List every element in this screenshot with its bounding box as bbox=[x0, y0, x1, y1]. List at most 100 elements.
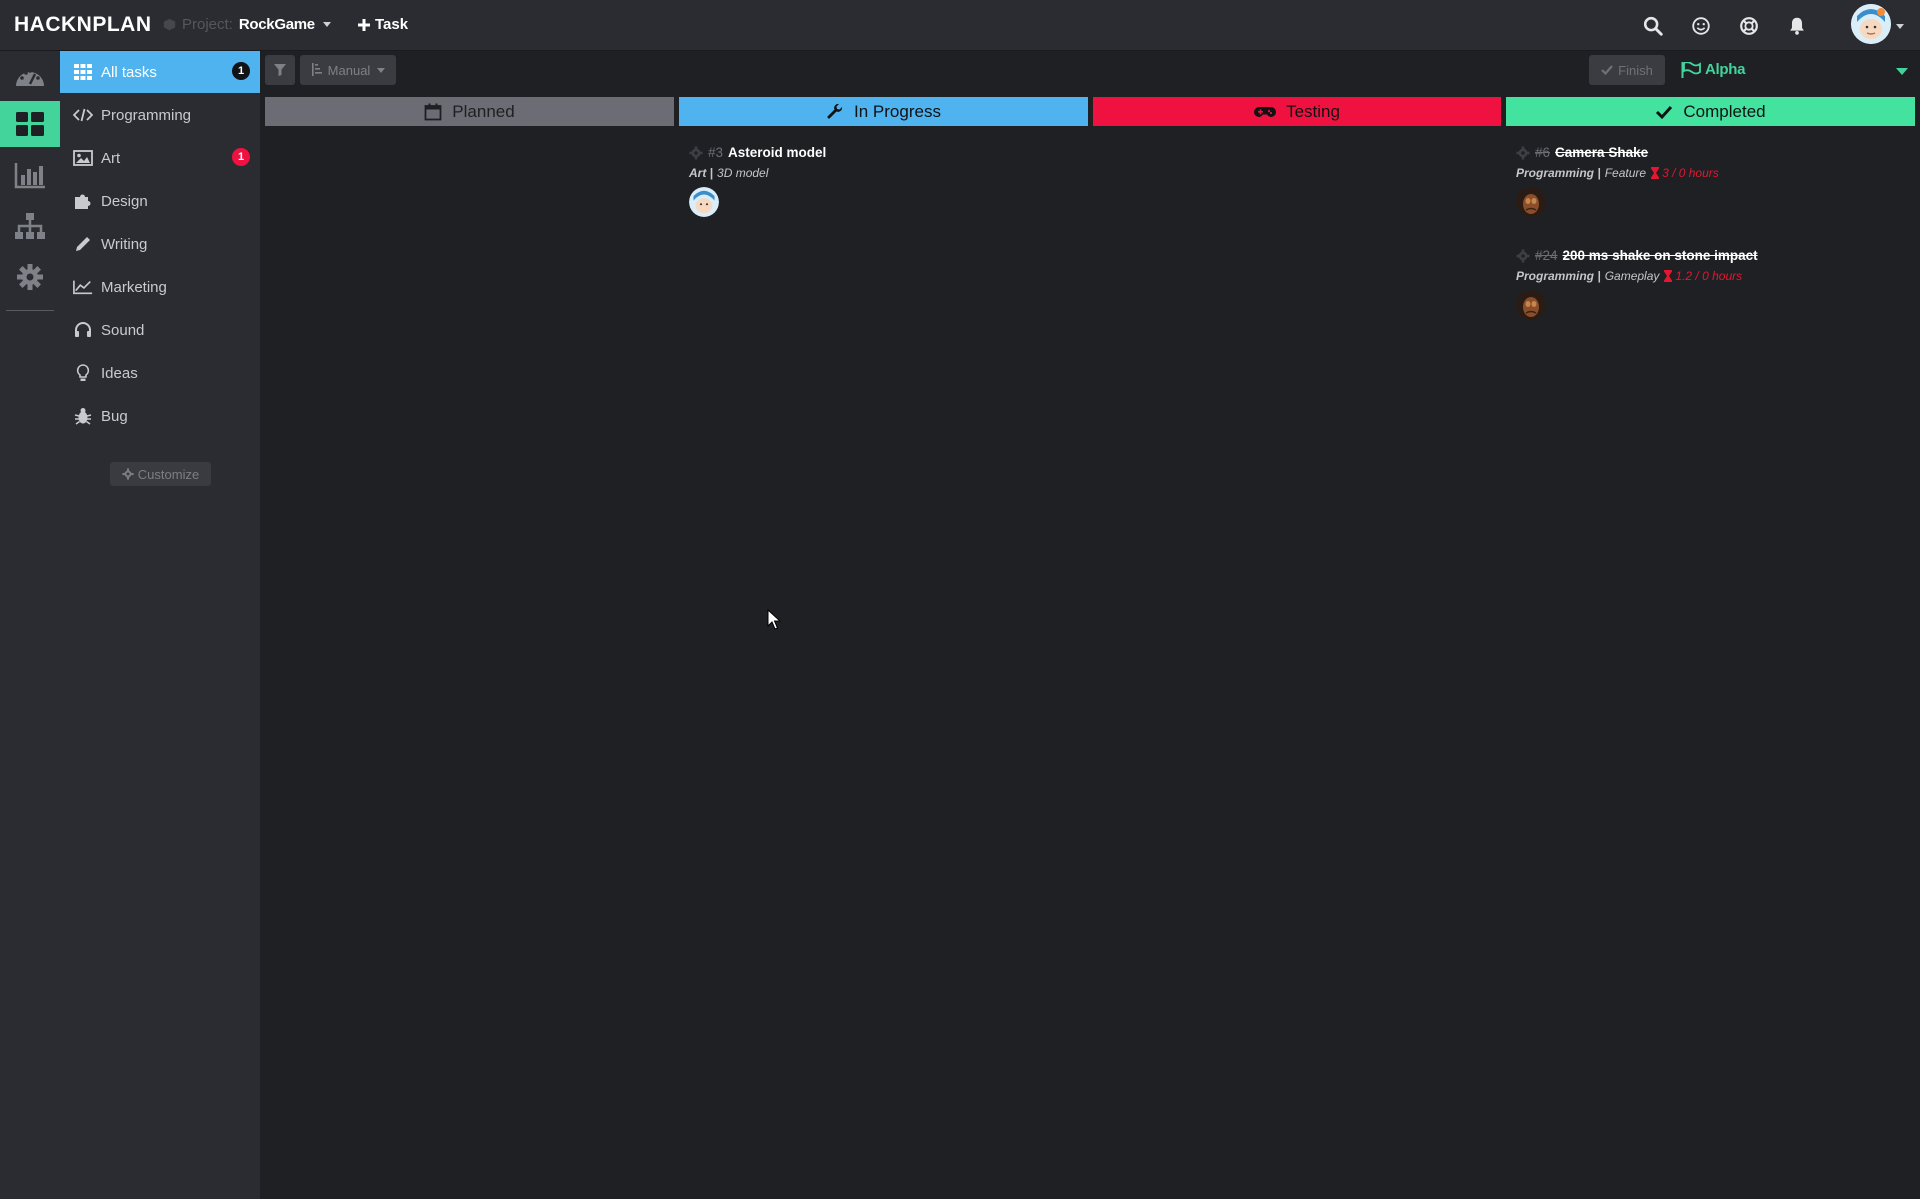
gear-icon[interactable] bbox=[1516, 249, 1530, 263]
project-selector[interactable]: Project: RockGame bbox=[163, 16, 331, 33]
assignee-avatar[interactable] bbox=[689, 187, 719, 217]
milestone-selector[interactable]: Alpha bbox=[1681, 61, 1745, 78]
task-card-stone-impact[interactable]: #24 200 ms shake on stone impact Program… bbox=[1516, 248, 1916, 320]
check-icon bbox=[1601, 65, 1613, 75]
card-meta: Programming | Gameplay 1.2 / 0 hours bbox=[1516, 269, 1916, 283]
gear-icon bbox=[17, 264, 43, 290]
sidebar-item-label: Art bbox=[101, 149, 121, 167]
plus-icon bbox=[358, 18, 370, 31]
user-avatar[interactable] bbox=[1851, 4, 1891, 44]
image-icon bbox=[73, 148, 93, 168]
sidebar-item-label: Design bbox=[101, 192, 148, 210]
gear-icon[interactable] bbox=[689, 146, 703, 160]
sidebar-item-ideas[interactable]: Ideas bbox=[60, 352, 260, 394]
top-bar: HACKNPLAN Project: RockGame Task bbox=[0, 0, 1920, 51]
task-title[interactable]: Camera Shake bbox=[1555, 145, 1648, 161]
sidebar-item-design[interactable]: Design bbox=[60, 180, 260, 222]
assignee-avatar[interactable] bbox=[1516, 290, 1546, 320]
column-in-progress[interactable]: In Progress bbox=[679, 97, 1088, 126]
sort-icon bbox=[311, 63, 322, 76]
rail-hierarchy[interactable] bbox=[0, 203, 60, 249]
task-category: Art | bbox=[689, 166, 714, 180]
column-label: Planned bbox=[452, 101, 515, 121]
card-title-line: #6 Camera Shake bbox=[1516, 145, 1916, 161]
project-name: RockGame bbox=[238, 16, 315, 33]
sidebar-item-all-tasks[interactable]: All tasks 1 bbox=[60, 51, 260, 93]
puzzle-icon bbox=[73, 191, 93, 211]
task-number: #6 bbox=[1535, 145, 1551, 160]
smiley-icon[interactable] bbox=[1690, 15, 1712, 37]
user-menu-chevron-icon[interactable] bbox=[1896, 24, 1904, 29]
code-icon bbox=[73, 105, 93, 125]
sidebar-item-label: Sound bbox=[101, 321, 145, 339]
filter-button[interactable] bbox=[265, 55, 295, 85]
customize-label: Customize bbox=[137, 466, 200, 482]
sort-dropdown[interactable]: Manual bbox=[300, 55, 396, 85]
finish-label: Finish bbox=[1618, 62, 1653, 78]
rail-metrics[interactable] bbox=[0, 152, 60, 198]
finish-button[interactable]: Finish bbox=[1589, 55, 1665, 85]
task-title[interactable]: Asteroid model bbox=[728, 145, 826, 161]
task-number: #3 bbox=[708, 145, 724, 160]
sidebar-item-label: All tasks bbox=[101, 63, 157, 81]
sidebar-item-label: Programming bbox=[101, 106, 192, 124]
sidebar-item-writing[interactable]: Writing bbox=[60, 223, 260, 265]
top-icons bbox=[1642, 15, 1808, 37]
rail-settings[interactable] bbox=[0, 254, 60, 300]
sidebar-item-marketing[interactable]: Marketing bbox=[60, 266, 260, 308]
customize-button[interactable]: Customize bbox=[110, 462, 211, 486]
headphones-icon bbox=[73, 320, 93, 340]
column-planned[interactable]: Planned bbox=[265, 97, 674, 126]
column-testing[interactable]: Testing bbox=[1093, 97, 1501, 126]
card-title-line: #24 200 ms shake on stone impact bbox=[1516, 248, 1916, 264]
task-subcategory: Feature bbox=[1604, 166, 1647, 180]
hierarchy-icon bbox=[15, 213, 45, 239]
milestone-dropdown-icon[interactable] bbox=[1896, 68, 1908, 75]
grid-icon bbox=[73, 62, 93, 82]
calendar-icon bbox=[424, 103, 442, 120]
sidebar-item-label: Bug bbox=[101, 407, 128, 425]
gamepad-icon bbox=[1254, 106, 1277, 117]
filter-icon bbox=[274, 64, 286, 76]
time-estimate-value: 3 / 0 hours bbox=[1662, 166, 1719, 180]
search-icon[interactable] bbox=[1642, 15, 1664, 37]
chart-icon bbox=[14, 163, 45, 189]
bell-icon[interactable] bbox=[1786, 15, 1808, 37]
sidebar-item-art[interactable]: Art 1 bbox=[60, 137, 260, 179]
sort-label: Manual bbox=[327, 62, 371, 78]
lifebuoy-icon[interactable] bbox=[1738, 15, 1760, 37]
assignee-avatar[interactable] bbox=[1516, 187, 1546, 217]
task-subcategory: Gameplay bbox=[1604, 269, 1660, 283]
check-icon bbox=[1656, 105, 1673, 119]
rail-dashboard[interactable] bbox=[0, 54, 60, 100]
rail-board[interactable] bbox=[0, 101, 60, 147]
sidebar-item-programming[interactable]: Programming bbox=[60, 94, 260, 136]
chevron-down-icon bbox=[322, 22, 331, 27]
flag-icon bbox=[1681, 61, 1701, 78]
column-completed[interactable]: Completed bbox=[1506, 97, 1915, 126]
time-estimate-value: 1.2 / 0 hours bbox=[1675, 269, 1743, 283]
time-estimate: 1.2 / 0 hours bbox=[1663, 269, 1742, 283]
task-card-asteroid-model[interactable]: #3 Asteroid model Art | 3D model bbox=[689, 145, 1089, 217]
add-task-label: Task bbox=[375, 16, 409, 33]
card-meta: Programming | Feature 3 / 0 hours bbox=[1516, 166, 1916, 180]
hourglass-icon bbox=[1664, 270, 1673, 282]
lightbulb-icon bbox=[73, 363, 93, 383]
sidebar-item-label: Ideas bbox=[101, 364, 138, 382]
gear-icon[interactable] bbox=[1516, 146, 1530, 160]
add-task-button[interactable]: Task bbox=[358, 16, 408, 33]
line-chart-icon bbox=[73, 277, 93, 297]
count-badge: 1 bbox=[232, 62, 250, 80]
column-label: Completed bbox=[1683, 101, 1766, 121]
column-label: Testing bbox=[1286, 101, 1340, 121]
task-category: Programming | bbox=[1516, 166, 1601, 180]
task-title[interactable]: 200 ms shake on stone impact bbox=[1563, 248, 1758, 264]
sidebar-item-sound[interactable]: Sound bbox=[60, 309, 260, 351]
task-card-camera-shake[interactable]: #6 Camera Shake Programming | Feature 3 … bbox=[1516, 145, 1916, 217]
board-icon bbox=[16, 112, 44, 136]
app-logo[interactable]: HACKNPLAN bbox=[14, 13, 152, 37]
project-label: Project: bbox=[182, 16, 233, 33]
mouse-cursor-icon bbox=[767, 609, 781, 630]
task-number: #24 bbox=[1535, 248, 1558, 263]
sidebar-item-bug[interactable]: Bug bbox=[60, 395, 260, 437]
